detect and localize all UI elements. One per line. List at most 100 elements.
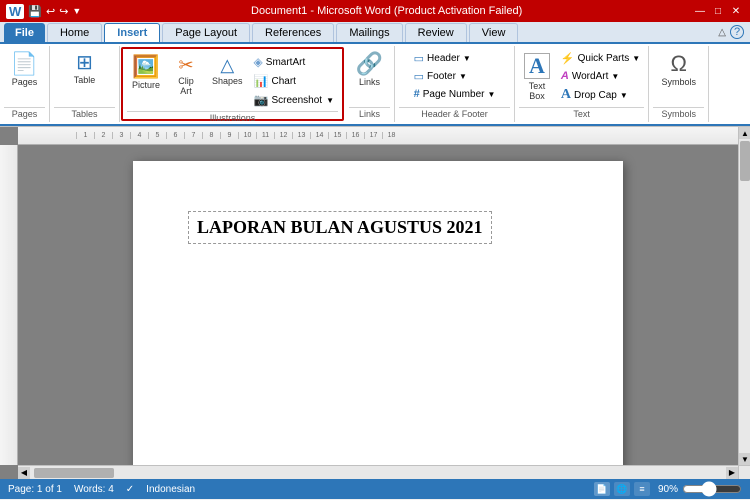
ruler-mark: 10 <box>238 132 256 139</box>
ruler-mark: 3 <box>112 132 130 139</box>
quick-redo[interactable]: ↪ <box>59 5 68 18</box>
tab-view[interactable]: View <box>469 23 519 42</box>
tab-page-layout[interactable]: Page Layout <box>162 23 250 42</box>
footer-button[interactable]: ▭ Footer ▼ <box>410 68 500 85</box>
clipart-label: ClipArt <box>178 76 194 96</box>
group-symbols: Ω Symbols Symbols <box>649 46 709 122</box>
maximize-button[interactable]: □ <box>710 3 726 19</box>
wordart-icon: A <box>561 70 569 82</box>
quick-save[interactable]: 💾 <box>28 5 42 18</box>
screenshot-icon: 📷 <box>254 93 269 107</box>
ruler-horizontal: 1 2 3 4 5 6 7 8 9 10 11 12 13 14 15 16 1… <box>18 127 738 145</box>
smartart-button[interactable]: ◈ SmartArt <box>250 53 338 71</box>
minimize-button[interactable]: — <box>692 3 708 19</box>
ruler-marks: 1 2 3 4 5 6 7 8 9 10 11 12 13 14 15 16 1… <box>76 132 400 139</box>
symbols-group-label: Symbols <box>653 107 704 120</box>
symbols-button[interactable]: Ω Symbols <box>656 50 701 90</box>
clipart-button[interactable]: ✂ ClipArt <box>167 53 205 99</box>
pages-button[interactable]: 📄 Pages <box>6 50 44 90</box>
tab-references[interactable]: References <box>252 23 334 42</box>
document-page: LAPORAN BULAN AGUSTUS 2021 <box>133 161 623 465</box>
hf-group-label: Header & Footer <box>399 107 510 120</box>
tab-mailings[interactable]: Mailings <box>336 23 402 42</box>
wordart-label: WordArt <box>572 71 609 82</box>
pagenum-label: Page Number <box>423 89 485 100</box>
symbols-icon: Ω <box>670 53 686 75</box>
scroll-track-horizontal <box>30 468 726 478</box>
table-button[interactable]: ⊞ Table <box>66 50 104 88</box>
wordart-button[interactable]: A WordArt ▼ <box>557 68 644 84</box>
tab-home[interactable]: Home <box>47 23 102 42</box>
smartart-label: SmartArt <box>266 57 305 68</box>
links-button[interactable]: 🔗 Links <box>351 50 389 90</box>
ruler-mark: 2 <box>94 132 112 139</box>
quick-undo[interactable]: ↩ <box>46 5 55 18</box>
ruler-mark: 17 <box>364 132 382 139</box>
scrollbar-horizontal[interactable]: ◀ ▶ <box>18 465 738 479</box>
pagenum-button[interactable]: # Page Number ▼ <box>410 86 500 102</box>
pages-icon: 📄 <box>11 53 38 75</box>
scroll-down-button[interactable]: ▼ <box>739 453 750 465</box>
document-area: 1 2 3 4 5 6 7 8 9 10 11 12 13 14 15 16 1… <box>0 127 750 479</box>
header-button[interactable]: ▭ Header ▼ <box>410 50 500 67</box>
picture-button[interactable]: 🖼️ Picture <box>127 53 165 93</box>
close-button[interactable]: ✕ <box>728 3 744 19</box>
symbols-group-inner: Ω Symbols <box>656 48 701 107</box>
chart-button[interactable]: 📊 Chart <box>250 72 338 90</box>
ribbon-controls: △ ? <box>718 25 750 39</box>
view-web-button[interactable]: 🌐 <box>614 482 630 496</box>
scroll-thumb-vertical[interactable] <box>740 141 750 181</box>
view-print-button[interactable]: 📄 <box>594 482 610 496</box>
quickparts-arrow: ▼ <box>632 54 640 63</box>
textbox-icon: A <box>524 53 550 79</box>
hf-group-inner: ▭ Header ▼ ▭ Footer ▼ # Page Number ▼ <box>410 48 500 107</box>
picture-icon: 🖼️ <box>132 56 159 78</box>
footer-icon: ▭ <box>414 70 424 83</box>
ruler-mark: 6 <box>166 132 184 139</box>
dropcap-label: Drop Cap <box>574 90 617 101</box>
view-outline-button[interactable]: ≡ <box>634 482 650 496</box>
screenshot-button[interactable]: 📷 Screenshot ▼ <box>250 91 338 109</box>
footer-label: Footer <box>427 71 456 82</box>
tables-group-label: Tables <box>54 107 115 120</box>
dropcap-button[interactable]: A Drop Cap ▼ <box>557 85 644 105</box>
status-zoom-level: 90% <box>658 484 678 495</box>
textbox-button[interactable]: A TextBox <box>519 50 555 104</box>
tables-group-inner: ⊞ Table <box>66 48 104 107</box>
chart-icon: 📊 <box>254 74 269 88</box>
ruler-mark: 8 <box>202 132 220 139</box>
scroll-left-button[interactable]: ◀ <box>18 467 30 479</box>
scroll-right-button[interactable]: ▶ <box>726 467 738 479</box>
status-right: 📄 🌐 ≡ 90% <box>594 482 742 496</box>
group-tables: ⊞ Table Tables <box>50 46 120 122</box>
table-icon: ⊞ <box>76 53 93 73</box>
tab-review[interactable]: Review <box>405 23 467 42</box>
links-group-inner: 🔗 Links <box>351 48 389 107</box>
document-area-wrapper: 1 2 3 4 5 6 7 8 9 10 11 12 13 14 15 16 1… <box>0 127 750 479</box>
textbox-label: TextBox <box>529 81 546 101</box>
links-group-label: Links <box>349 107 390 120</box>
help-icon[interactable]: ? <box>730 25 744 39</box>
tab-insert[interactable]: Insert <box>104 23 160 42</box>
ruler-mark: 7 <box>184 132 202 139</box>
quickparts-button[interactable]: ⚡ Quick Parts ▼ <box>557 50 644 67</box>
smartart-icon: ◈ <box>254 55 263 69</box>
text-group-inner: A TextBox ⚡ Quick Parts ▼ A WordArt ▼ <box>519 48 644 107</box>
shapes-button[interactable]: △ Shapes <box>207 53 248 89</box>
chart-label: Chart <box>272 76 296 87</box>
scroll-thumb-horizontal[interactable] <box>34 468 114 478</box>
scroll-up-button[interactable]: ▲ <box>739 127 750 139</box>
shapes-icon: △ <box>220 56 234 74</box>
document-title: LAPORAN BULAN AGUSTUS 2021 <box>188 211 492 244</box>
wordart-arrow: ▼ <box>611 72 619 81</box>
quick-arrow[interactable]: ▼ <box>72 6 81 16</box>
ribbon-minimize-icon[interactable]: △ <box>718 27 726 38</box>
scrollbar-vertical[interactable]: ▲ ▼ <box>738 127 750 465</box>
group-pages: 📄 Pages Pages <box>0 46 50 122</box>
ribbon-content: 📄 Pages Pages ⊞ Table Tables 🖼️ <box>0 44 750 126</box>
tab-file[interactable]: File <box>4 23 45 42</box>
title-bar-title: Document1 - Microsoft Word (Product Acti… <box>251 5 522 17</box>
zoom-slider[interactable] <box>682 483 742 495</box>
pages-label: Pages <box>12 77 38 87</box>
ruler-mark: 11 <box>256 132 274 139</box>
